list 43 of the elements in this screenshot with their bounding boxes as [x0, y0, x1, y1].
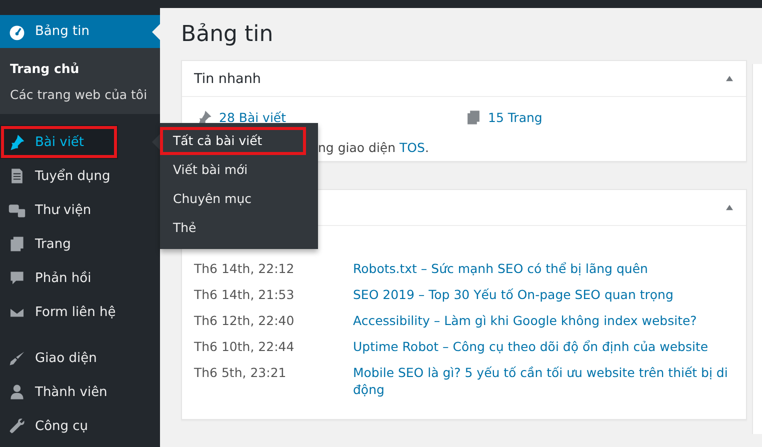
sidebar-item[interactable]: Bảng tin: [0, 15, 160, 48]
wrench-icon: [8, 417, 26, 435]
post-date: Th6 12th, 22:40: [194, 312, 296, 329]
card-title: Tin nhanh: [194, 70, 261, 86]
post-link[interactable]: Uptime Robot – Công cụ theo dõi độ ổn định của website: [353, 338, 734, 355]
submenu-item[interactable]: Trang chủ: [0, 56, 160, 82]
sidebar-item[interactable]: Tuyển dụng: [0, 159, 160, 193]
theme-text-end: .: [424, 140, 429, 155]
sidebar-item[interactable]: Thành viên: [0, 375, 160, 409]
sidebar-item[interactable]: Giao diện: [0, 341, 160, 375]
speech-bubble-icon: [8, 269, 26, 287]
person-icon: [8, 383, 26, 401]
sidebar-item[interactable]: Trang: [0, 227, 160, 261]
post-date: Th6 10th, 22:44: [194, 338, 296, 355]
collapse-toggle-icon[interactable]: [725, 204, 734, 211]
stat-link[interactable]: 15 Trang: [465, 109, 734, 126]
sidebar-item[interactable]: Form liên hệ: [0, 295, 160, 329]
page-title: Bảng tin: [181, 22, 274, 47]
flyout-menu-item[interactable]: Viết bài mới: [160, 156, 318, 184]
post-link[interactable]: SEO 2019 – Top 30 Yếu tố On-page SEO quan trọng: [353, 286, 734, 303]
post-link[interactable]: Accessibility – Làm gì khi Google không index website?: [353, 312, 734, 329]
pages-icon: [8, 235, 26, 253]
post-link[interactable]: Mobile SEO là gì? 5 yếu tố cần tối ưu website trên thiết bị di động: [353, 364, 734, 398]
current-arrow-icon: [152, 24, 160, 40]
sidebar-item[interactable]: Bài viết: [0, 125, 118, 159]
flyout-menu-item[interactable]: Thẻ: [160, 214, 318, 242]
gauge-icon: [8, 22, 26, 40]
flyout-menu-item[interactable]: Chuyên mục: [160, 185, 318, 213]
theme-link[interactable]: TOS: [400, 140, 425, 155]
sidebar-item[interactable]: Phản hồi: [0, 261, 160, 295]
submenu-item[interactable]: Các trang web của tôi: [0, 82, 160, 108]
sidebar-item[interactable]: Công cụ: [0, 409, 160, 443]
pages-icon: [465, 109, 482, 126]
post-link[interactable]: Robots.txt – Sức mạnh SEO có thể bị lãng quên: [353, 260, 734, 277]
sidebar-item[interactable]: Thư viện: [0, 193, 160, 227]
pin-icon: [8, 133, 26, 151]
theme-text: ng giao diện: [318, 140, 397, 155]
collapse-toggle-icon[interactable]: [725, 75, 734, 82]
post-date: Th6 5th, 23:21: [194, 364, 288, 382]
post-date: Th6 14th, 22:12: [194, 260, 296, 277]
flyout-menu-item[interactable]: Tất cả bài viết: [160, 127, 306, 155]
post-date: Th6 14th, 21:53: [194, 286, 296, 303]
stat-link[interactable]: 28 Bài viết: [196, 109, 465, 126]
